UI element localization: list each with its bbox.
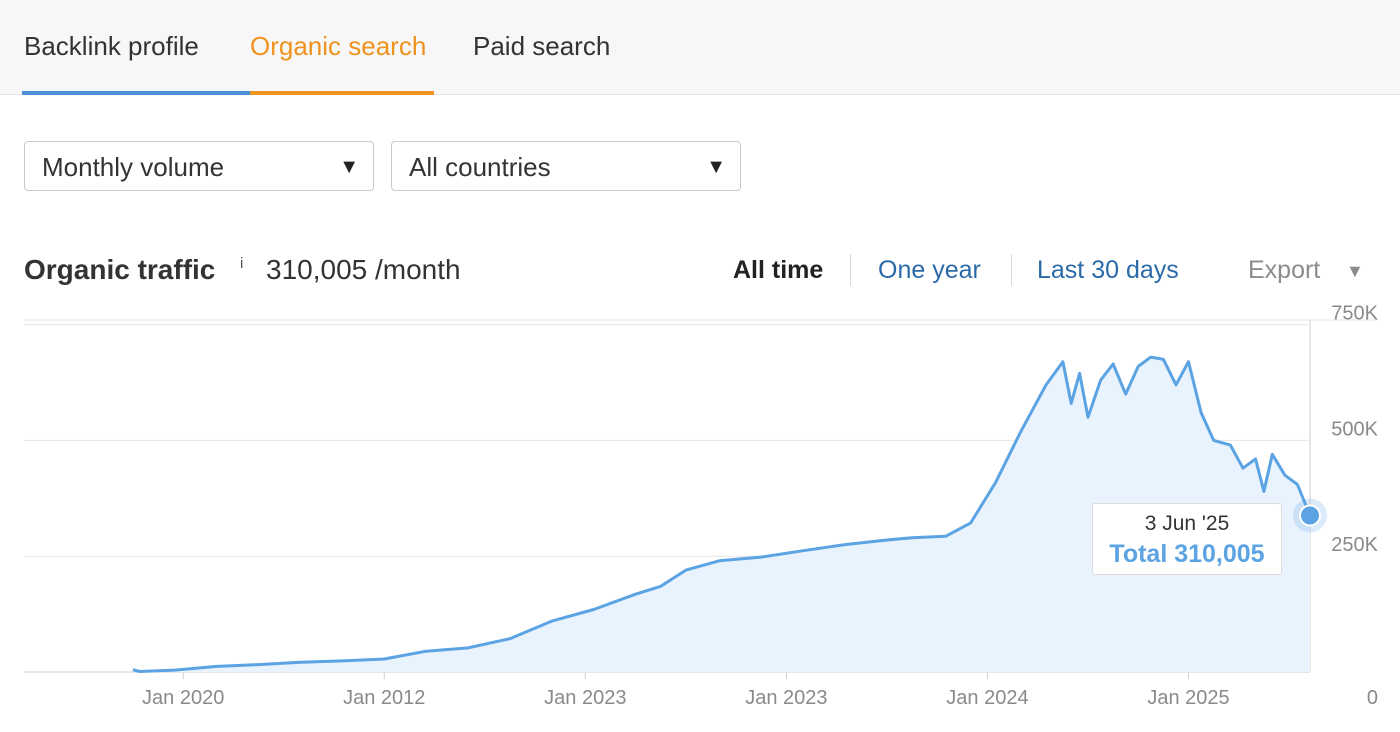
y-tick-label: 0 — [1367, 687, 1378, 709]
range-all-time[interactable]: All time — [733, 254, 823, 286]
range-last-30-days[interactable]: Last 30 days — [1037, 254, 1179, 286]
volume-dropdown-label: Monthly volume — [42, 152, 225, 182]
tab-paid-search[interactable]: Paid search — [473, 30, 610, 62]
chevron-down-icon[interactable]: ▼ — [1346, 258, 1364, 284]
info-icon[interactable]: i — [240, 255, 243, 273]
x-tick-label: Jan 2024 — [946, 687, 1028, 709]
chart-tooltip: 3 Jun '25 Total 310,005 — [1092, 503, 1282, 575]
export-button[interactable]: Export — [1248, 254, 1320, 286]
x-axis: Jan 2020 Jan 2012 Jan 2023 Jan 2023 Jan 2024… — [142, 672, 1230, 709]
y-tick-label: 500K — [1331, 418, 1378, 440]
highlight-point — [1299, 504, 1321, 527]
tooltip-date: 3 Jun '25 — [1144, 512, 1230, 535]
x-tick-label: Jan 2023 — [745, 687, 827, 709]
x-tick-label: Jan 2020 — [142, 687, 224, 709]
country-dropdown-label: All countries — [409, 152, 551, 182]
tab-bar: Backlink profile Organic search Paid sea… — [0, 0, 1400, 95]
caret-down-icon: ▼ — [706, 156, 726, 178]
range-divider — [1011, 254, 1012, 286]
volume-dropdown[interactable]: Monthly volume ▼ — [24, 141, 374, 191]
x-tick-label: Jan 2012 — [343, 687, 425, 709]
tab-underline-active — [250, 91, 434, 95]
tab-underline-blue — [22, 91, 250, 95]
caret-down-icon: ▼ — [339, 156, 359, 178]
tab-organic-search[interactable]: Organic search — [250, 30, 426, 62]
range-one-year[interactable]: One year — [878, 254, 981, 286]
x-tick-label: Jan 2023 — [544, 687, 626, 709]
tooltip-total: Total 310,005 — [1109, 540, 1265, 568]
y-axis: 0 250K 500K 750K — [1331, 303, 1378, 709]
y-tick-label: 250K — [1331, 534, 1378, 556]
chart-title: Organic traffic — [24, 254, 216, 285]
total-traffic-value: 310,005 /month — [266, 254, 461, 285]
tab-backlink-profile[interactable]: Backlink profile — [24, 30, 199, 62]
x-tick-label: Jan 2025 — [1147, 687, 1229, 709]
range-divider — [850, 254, 851, 286]
y-tick-label: 750K — [1331, 303, 1378, 325]
country-dropdown[interactable]: All countries ▼ — [391, 141, 741, 191]
